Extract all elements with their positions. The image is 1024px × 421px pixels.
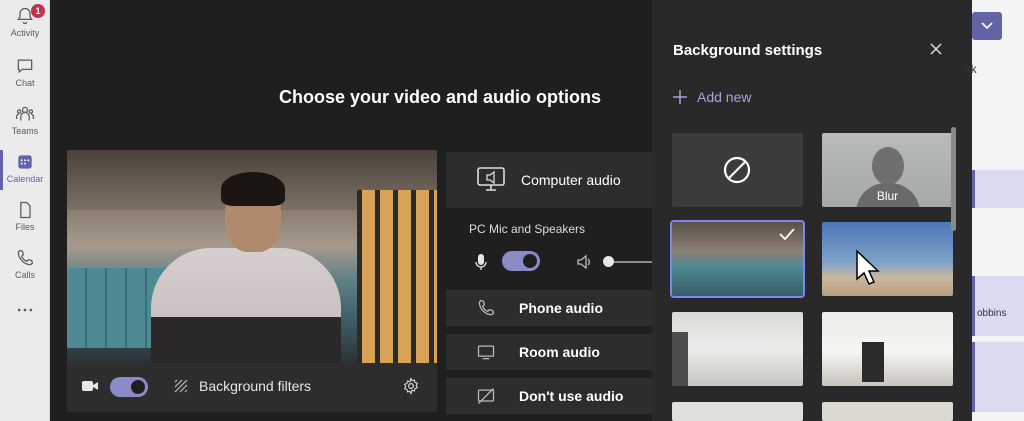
room-window [672, 332, 688, 386]
blur-silhouette-head [872, 147, 904, 185]
plus-icon [673, 90, 687, 104]
check-icon [779, 228, 795, 240]
calendar-event[interactable] [972, 342, 1024, 412]
no-background-icon [723, 156, 751, 184]
room-audio-option[interactable]: Room audio [446, 334, 652, 370]
teams-icon [16, 106, 34, 121]
video-windows [357, 190, 437, 363]
background-settings-panel: Background settings Add new Blur [652, 0, 972, 421]
calendar-event[interactable] [972, 170, 1024, 208]
phone-icon [17, 249, 34, 266]
background-tile-room-3[interactable] [672, 402, 803, 421]
add-new-button[interactable]: Add new [673, 89, 751, 105]
no-audio-icon [477, 388, 495, 404]
microphone-icon [475, 254, 487, 270]
room-doorway [862, 342, 884, 382]
more-icon [17, 308, 33, 312]
phone-audio-option[interactable]: Phone audio [446, 290, 652, 326]
volume-slider-thumb[interactable] [603, 256, 614, 267]
rail-item-calls[interactable]: Calls [0, 242, 50, 290]
calendar-icon [18, 155, 32, 169]
camera-toggle[interactable] [110, 377, 148, 397]
computer-audio-icon [477, 167, 505, 191]
gear-icon[interactable] [402, 377, 420, 395]
audio-device-label: PC Mic and Speakers [469, 222, 586, 236]
speaker-icon [577, 254, 590, 270]
no-audio-label: Don't use audio [519, 388, 624, 404]
file-icon [20, 201, 31, 219]
chevron-down-icon [981, 22, 993, 30]
rail-item-teams[interactable]: Teams [0, 98, 50, 146]
no-audio-option[interactable]: Don't use audio [446, 378, 652, 414]
rail-item-label: Activity [10, 28, 40, 38]
background-tile-room-2[interactable] [822, 312, 953, 386]
microphone-toggle[interactable] [502, 251, 540, 271]
tile-caption: Blur [876, 189, 899, 203]
rail-item-activity[interactable]: 1 Activity [0, 0, 50, 48]
computer-audio-label: Computer audio [521, 172, 621, 188]
person-body [151, 248, 341, 363]
video-preview [67, 150, 437, 363]
rail-item-label: Files [15, 222, 35, 232]
camera-icon [82, 381, 98, 391]
room-audio-label: Room audio [519, 344, 600, 360]
computer-audio-option[interactable]: Computer audio [446, 152, 652, 208]
phone-audio-label: Phone audio [519, 300, 603, 316]
rail-item-label: Calls [14, 270, 35, 280]
panel-scrollbar[interactable] [951, 127, 956, 231]
activity-badge: 1 [31, 4, 45, 18]
rail-item-chat[interactable]: Chat [0, 50, 50, 98]
close-icon[interactable] [929, 42, 943, 56]
rail-item-files[interactable]: Files [0, 194, 50, 242]
video-preview-card: Background filters [67, 150, 437, 412]
rail-item-calendar[interactable]: Calendar [0, 146, 50, 194]
calendar-dropdown-button[interactable] [972, 12, 1002, 40]
calendar-background-strip: ek obbins [964, 0, 1024, 421]
background-tile-room-1[interactable] [672, 312, 803, 386]
add-new-label: Add new [697, 89, 752, 105]
event-attendee-name: obbins [977, 308, 1007, 319]
mouse-cursor-icon [856, 249, 880, 285]
background-filters-icon [174, 379, 188, 393]
video-controls: Background filters [67, 363, 437, 412]
rail-item-label: Calendar [6, 174, 44, 184]
background-tile-office[interactable] [670, 220, 805, 298]
app-rail: 1 Activity Chat Teams Calendar Files Cal… [0, 0, 50, 421]
phone-audio-icon [478, 299, 495, 316]
rail-item-label: Teams [11, 126, 39, 136]
device-settings: PC Mic and Speakers [446, 212, 652, 286]
week-view-label[interactable]: ek [964, 62, 977, 76]
background-tile-none[interactable] [672, 133, 803, 207]
background-tile-blur[interactable]: Blur [822, 133, 953, 207]
rail-item-label: Chat [15, 78, 35, 88]
chat-icon [17, 59, 33, 74]
background-tile-beach[interactable] [822, 222, 953, 296]
room-audio-icon [477, 345, 495, 360]
background-filters-button[interactable]: Background filters [173, 378, 311, 394]
rail-item-more[interactable] [0, 294, 50, 342]
panel-title: Background settings [673, 42, 823, 59]
prejoin-area: Choose your video and audio options Back… [50, 0, 652, 421]
person-hair [221, 172, 285, 206]
background-filters-label: Background filters [199, 378, 312, 394]
calendar-event[interactable]: obbins [972, 276, 1024, 336]
background-tile-room-4[interactable] [822, 402, 953, 421]
